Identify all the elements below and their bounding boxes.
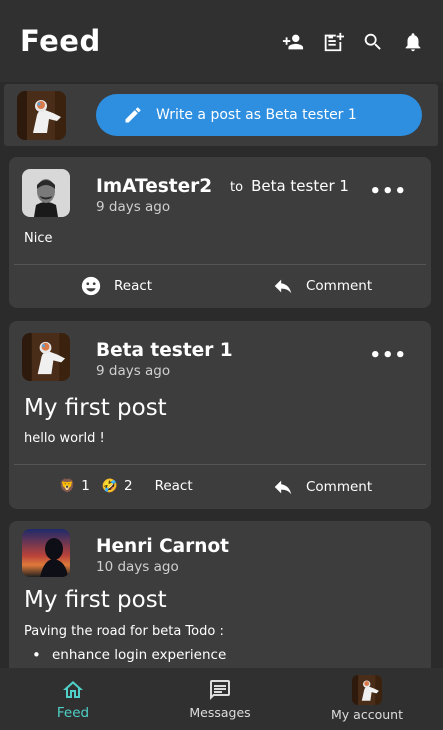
divider	[14, 464, 426, 465]
reply-icon	[274, 279, 292, 294]
search-icon[interactable]	[361, 30, 385, 54]
reaction-emoji: 🦁	[59, 478, 76, 494]
to-label: to	[230, 180, 244, 195]
nav-messages-label: Messages	[189, 705, 251, 720]
post-body: Nice	[24, 231, 53, 246]
divider	[14, 264, 426, 265]
list-item: enhance login experience	[32, 646, 226, 664]
comment-button[interactable]: Comment	[272, 275, 372, 297]
nav-messages[interactable]: Messages	[180, 668, 260, 730]
post-recipient[interactable]: Beta tester 1	[251, 177, 349, 195]
page-title: Feed	[20, 24, 101, 58]
post-body: hello world !	[24, 431, 105, 446]
comment-button[interactable]: Comment	[272, 476, 372, 498]
post-composer: Write a post as Beta tester 1	[4, 84, 438, 146]
reaction-emoji: 🤣	[101, 478, 118, 494]
avatar	[17, 91, 66, 140]
top-actions	[281, 30, 425, 54]
react-label[interactable]: React	[155, 478, 193, 494]
post-author[interactable]: ImATester2	[96, 176, 212, 197]
post-time: 9 days ago	[96, 363, 171, 379]
post-title: My first post	[24, 587, 167, 613]
avatar[interactable]	[22, 529, 70, 577]
smiley-icon	[81, 276, 101, 296]
more-options-icon[interactable]: •••	[369, 181, 407, 202]
reaction-count: 1	[81, 478, 90, 494]
post-title: My first post	[24, 395, 167, 421]
reaction-summary[interactable]: 🦁 1 🤣 2 React	[59, 478, 193, 494]
post-recipient-line: to Beta tester 1	[230, 177, 349, 195]
post-time: 9 days ago	[96, 199, 171, 215]
comment-label: Comment	[306, 278, 373, 294]
write-post-label: Write a post as Beta tester 1	[156, 107, 357, 123]
pencil-icon	[125, 107, 141, 123]
post-body: Paving the road for beta Todo :	[24, 624, 224, 639]
home-icon	[63, 681, 83, 698]
reply-icon	[274, 480, 292, 495]
post-time: 10 days ago	[96, 559, 179, 575]
comment-label: Comment	[306, 479, 373, 495]
notifications-icon[interactable]	[401, 30, 425, 54]
reaction-count: 2	[123, 478, 133, 494]
top-app-bar: Feed	[0, 0, 443, 82]
react-button[interactable]: React	[80, 275, 152, 297]
avatar[interactable]	[22, 169, 70, 217]
post-author[interactable]: Beta tester 1	[96, 340, 233, 361]
nav-feed[interactable]: Feed	[40, 668, 106, 730]
avatar[interactable]	[22, 333, 70, 381]
post-author[interactable]: Henri Carnot	[96, 536, 229, 557]
add-friend-icon[interactable]	[281, 30, 305, 54]
new-post-icon[interactable]	[321, 30, 345, 54]
post-card: Henri Carnot 10 days ago My first post P…	[9, 521, 431, 681]
nav-account-label: My account	[331, 707, 403, 722]
react-label: React	[114, 278, 153, 294]
post-card: Beta tester 1 9 days ago ••• My first po…	[9, 321, 431, 509]
more-options-icon[interactable]: •••	[369, 345, 407, 366]
bottom-navigation: Feed Messages My account	[0, 668, 443, 730]
avatar	[352, 675, 382, 705]
post-bullet-list: enhance login experience	[32, 646, 226, 664]
post-card: ImATester2 to Beta tester 1 9 days ago ••…	[9, 157, 431, 308]
nav-feed-label: Feed	[56, 705, 90, 721]
nav-account[interactable]: My account	[322, 668, 412, 730]
write-post-button[interactable]: Write a post as Beta tester 1	[96, 94, 422, 136]
messages-icon	[210, 680, 230, 700]
